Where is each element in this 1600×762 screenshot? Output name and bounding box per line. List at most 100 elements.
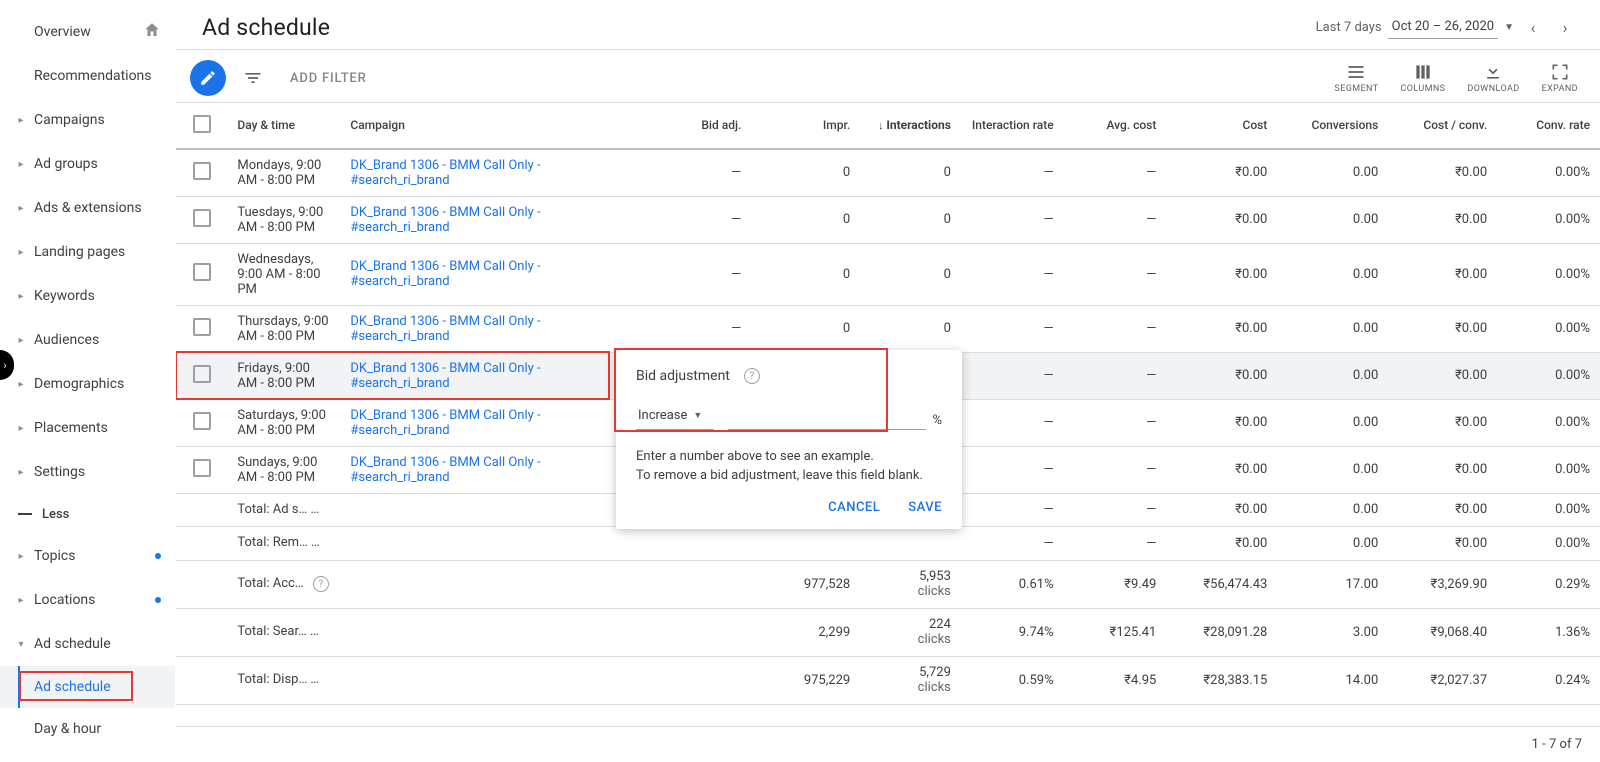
sidebar-item-recommendations[interactable]: Recommendations [0,54,175,98]
sidebar-item-label: Settings [34,464,161,480]
row-checkbox[interactable] [193,209,211,227]
help-icon[interactable]: ? [316,502,332,518]
date-range-picker[interactable]: Last 7 days Oct 20 – 26, 2020 ▼ ‹ › [1316,15,1578,41]
sidebar-sub-day-hour[interactable]: Day & hour [0,708,175,750]
cell-cpc: ₹0.00 [1388,399,1497,446]
help-icon[interactable]: ? [316,673,332,689]
bid-mode-select[interactable]: Increase ▼ [636,404,714,430]
columns-button[interactable]: COLUMNS [1400,62,1445,94]
campaign-link[interactable]: DK_Brand 1306 - BMM Call Only - #search_… [350,361,540,391]
columns-icon [1412,62,1434,82]
help-icon[interactable]: ? [744,368,760,384]
cell-conv: 0.00 [1277,243,1388,305]
help-icon[interactable]: ? [316,625,332,641]
sidebar-item-label: Topics [34,548,149,564]
campaign-link[interactable]: DK_Brand 1306 - BMM Call Only - #search_… [350,314,540,344]
cell-crate: 0.00% [1497,399,1600,446]
sidebar-item-ad-groups[interactable]: ▸Ad groups [0,142,175,186]
cell-rate: — [961,243,1064,305]
sidebar-item-placements[interactable]: ▸Placements [0,406,175,450]
col-crate[interactable]: Conv. rate [1497,103,1600,149]
col-campaign[interactable]: Campaign [340,103,613,149]
sidebar-item-label: Ads & extensions [34,200,161,216]
date-range: Oct 20 – 26, 2020 [1388,17,1498,39]
sidebar-item-label: Recommendations [34,68,161,84]
col-bid[interactable]: Bid adj. [614,103,752,149]
sidebar-item-locations[interactable]: ▸Locations [0,578,175,622]
cancel-button[interactable]: CANCEL [828,500,880,515]
col-interactions[interactable]: ↓ Interactions [860,103,961,149]
table-row[interactable]: Mondays, 9:00 AM - 8:00 PMDK_Brand 1306 … [176,149,1600,197]
cell-impr: 0 [751,196,860,243]
sidebar-item-label: Ad groups [34,156,161,172]
add-filter-button[interactable]: ADD FILTER [290,71,367,86]
sidebar-item-keywords[interactable]: ▸Keywords [0,274,175,318]
cell-conv: 0.00 [1277,305,1388,352]
col-cpc[interactable]: Cost / conv. [1388,103,1497,149]
cell-cpc: ₹0.00 [1388,243,1497,305]
campaign-link[interactable]: DK_Brand 1306 - BMM Call Only - #search_… [350,205,540,235]
download-button[interactable]: DOWNLOAD [1467,62,1519,94]
col-day[interactable]: Day & time [227,103,340,149]
col-avg[interactable]: Avg. cost [1064,103,1167,149]
table-row[interactable]: Wednesdays, 9:00 AM - 8:00 PMDK_Brand 13… [176,243,1600,305]
sidebar-item-ads-extensions[interactable]: ▸Ads & extensions [0,186,175,230]
help-icon[interactable]: ? [317,536,333,552]
sidebar-item-landing-pages[interactable]: ▸Landing pages [0,230,175,274]
table-row[interactable]: Thursdays, 9:00 AM - 8:00 PMDK_Brand 130… [176,305,1600,352]
row-checkbox[interactable] [193,318,211,336]
date-prev-button[interactable]: ‹ [1520,15,1546,41]
total-label: Total: Ad s… ? [227,493,340,527]
campaign-link[interactable]: DK_Brand 1306 - BMM Call Only - #search_… [350,158,540,188]
total-label: Total: Acc… ? [227,560,340,608]
sidebar-item-campaigns[interactable]: ▸Campaigns [0,98,175,142]
row-checkbox[interactable] [193,162,211,180]
sidebar-item-label: Overview [34,24,143,40]
sidebar-less-toggle[interactable]: Less [0,494,175,534]
cell-rate: — [961,352,1064,399]
col-conv[interactable]: Conversions [1277,103,1388,149]
save-button[interactable]: SAVE [908,500,942,515]
table-row[interactable]: Tuesdays, 9:00 AM - 8:00 PMDK_Brand 1306… [176,196,1600,243]
percent-unit: % [932,413,942,430]
help-icon[interactable]: ? [313,576,329,592]
row-checkbox[interactable] [193,459,211,477]
row-checkbox[interactable] [193,412,211,430]
date-next-button[interactable]: › [1552,15,1578,41]
col-impr[interactable]: Impr. [751,103,860,149]
cell-bid: — [614,149,752,197]
cell-avg: — [1064,149,1167,197]
bid-adjustment-popover: Bid adjustment ? Increase ▼ % Enter a nu… [616,350,962,529]
cell-conv: 0.00 [1277,446,1388,493]
row-checkbox[interactable] [193,263,211,281]
sidebar-item-demographics[interactable]: ▸Demographics [0,362,175,406]
sidebar-item-topics[interactable]: ▸Topics [0,534,175,578]
cell-crate: 0.00% [1497,446,1600,493]
status-dot-icon [155,597,161,603]
sidebar-item-settings[interactable]: ▸Settings [0,450,175,494]
campaign-link[interactable]: DK_Brand 1306 - BMM Call Only - #search_… [350,259,540,289]
sidebar-sub-ad-schedule[interactable]: Ad schedule [0,666,175,708]
sidebar-item-label: Landing pages [34,244,161,260]
sidebar-item-ad-schedule[interactable]: ▾Ad schedule [0,622,175,666]
campaign-link[interactable]: DK_Brand 1306 - BMM Call Only - #search_… [350,455,540,485]
select-all-checkbox[interactable] [193,115,211,133]
tool-label: DOWNLOAD [1467,84,1519,94]
campaign-link[interactable]: DK_Brand 1306 - BMM Call Only - #search_… [350,408,540,438]
segment-button[interactable]: SEGMENT [1334,62,1378,94]
col-cost[interactable]: Cost [1166,103,1277,149]
row-checkbox[interactable] [193,365,211,383]
popover-title: Bid adjustment [636,368,730,384]
sidebar-item-audiences[interactable]: ▸Audiences [0,318,175,362]
filter-icon[interactable] [242,68,264,88]
cell-cpc: ₹0.00 [1388,149,1497,197]
expand-button[interactable]: EXPAND [1542,62,1578,94]
sidebar-item-overview[interactable]: Overview [0,10,175,54]
create-button[interactable] [190,60,226,96]
cell-conv: 0.00 [1277,399,1388,446]
chevron-right-icon: ▸ [14,115,28,126]
dropdown-icon: ▼ [1504,22,1514,33]
bid-value-input[interactable] [728,410,926,430]
col-rate[interactable]: Interaction rate [961,103,1064,149]
home-icon [143,21,161,44]
